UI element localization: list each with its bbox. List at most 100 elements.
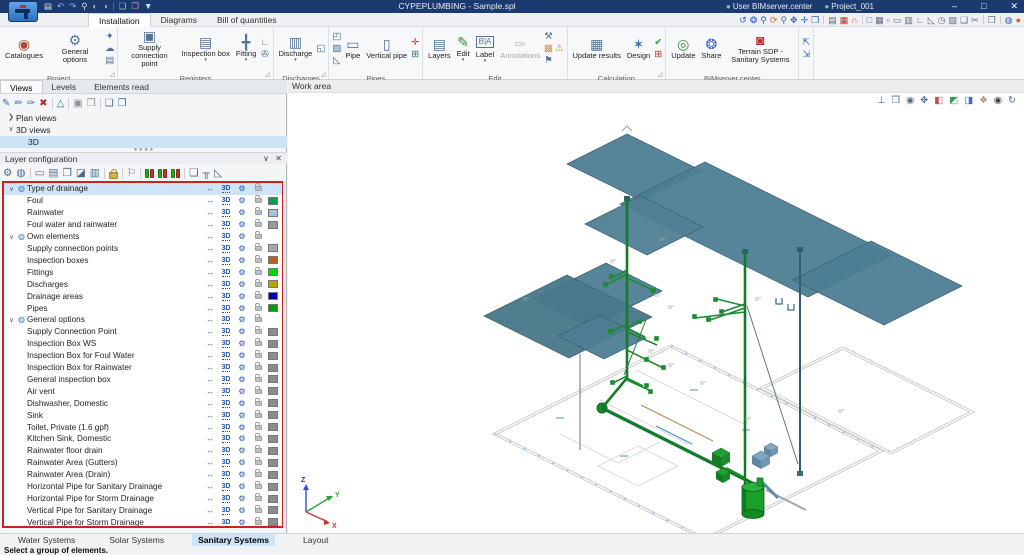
layer-options-gear-icon[interactable]: ⚙ <box>234 315 250 324</box>
tree-item-plan-views[interactable]: ❯Plan views <box>0 112 287 124</box>
unlocked-icon[interactable] <box>255 436 262 441</box>
layer-row-inspection-boxes[interactable]: Inspection boxes↔3D⚙ <box>4 254 282 266</box>
layer-color-swatch[interactable] <box>268 375 278 383</box>
panel-tab-elements-read[interactable]: Elements read <box>85 80 158 93</box>
layer-options-gear-icon[interactable]: ⚙ <box>234 327 250 336</box>
references-icon[interactable]: ↔ <box>202 232 218 241</box>
layer-color-swatch[interactable] <box>268 304 278 312</box>
import-icon[interactable]: ⇱ <box>802 37 810 48</box>
layer-color-swatch[interactable] <box>268 399 278 407</box>
unlocked-icon[interactable] <box>255 353 262 358</box>
layer-row-horizontal-pipe-for-storm-drainage[interactable]: Horizontal Pipe for Storm Drainage↔3D⚙ <box>4 493 282 505</box>
layer-color-swatch[interactable] <box>268 364 278 372</box>
layer-color-swatch[interactable] <box>268 268 278 276</box>
layer-options-gear-icon[interactable]: ⚙ <box>234 482 250 491</box>
snap-icon[interactable]: ▫ <box>887 15 890 25</box>
references-icon[interactable]: ↔ <box>202 506 218 515</box>
cube-icon[interactable]: ❒ <box>891 95 900 106</box>
layer-color-swatch[interactable] <box>268 340 278 348</box>
chevron-right-icon[interactable]: ❯ <box>6 112 16 124</box>
layer-color-swatch[interactable] <box>268 197 278 205</box>
rotate-icon[interactable]: ↻ <box>1008 95 1016 106</box>
references-icon[interactable]: ↔ <box>202 375 218 384</box>
layer-options-gear-icon[interactable]: ⚙ <box>234 387 250 396</box>
lamp-icon[interactable]: ✦ <box>105 31 115 42</box>
unlocked-icon[interactable] <box>255 389 262 394</box>
layer-options-gear-icon[interactable]: ⚙ <box>234 518 250 527</box>
camera-icon[interactable]: ▣ <box>73 98 82 109</box>
layer-color-empty[interactable] <box>268 185 278 193</box>
layer-options-gear-icon[interactable]: ⚙ <box>234 423 250 432</box>
layer-options-gear-icon[interactable]: ⚙ <box>234 184 250 193</box>
windows-icon[interactable]: ❐ <box>988 15 996 26</box>
unlocked-icon[interactable] <box>255 484 262 489</box>
view-3d-toggle[interactable]: 3D <box>218 364 234 371</box>
layer-row-vertical-pipe-for-storm-drainage[interactable]: Vertical Pipe for Storm Drainage↔3D⚙ <box>4 516 282 528</box>
layer-options-gear-icon[interactable]: ⚙ <box>234 399 250 408</box>
unlocked-icon[interactable] <box>255 186 262 191</box>
cut-icon[interactable]: ✂ <box>971 15 979 26</box>
collapse-panel-icon[interactable]: ∨ <box>263 153 269 165</box>
layer-color-swatch[interactable] <box>268 518 278 526</box>
layer-color-empty[interactable] <box>268 233 278 241</box>
layer-row-drainage-areas[interactable]: Drainage areas↔3D⚙ <box>4 290 282 302</box>
sphere-icon[interactable]: ● <box>1016 15 1021 25</box>
register-icon[interactable]: ❒ <box>62 167 71 179</box>
unlocked-icon[interactable] <box>255 341 262 346</box>
open-folder-icon[interactable]: ❏ <box>105 98 114 109</box>
references-icon[interactable]: ↔ <box>202 363 218 372</box>
ortho-icon[interactable]: ∟ <box>916 15 925 25</box>
layer-options-gear-icon[interactable]: ⚙ <box>234 220 250 229</box>
view-3d-toggle[interactable]: 3D <box>218 328 234 335</box>
layer-options-gear-icon[interactable]: ⚙ <box>234 244 250 253</box>
pan-icon[interactable]: ✥ <box>790 15 798 26</box>
tab-installation[interactable]: Installation <box>88 13 151 27</box>
references-icon[interactable]: ↔ <box>202 327 218 336</box>
panel-tab-views[interactable]: Views <box>0 80 43 93</box>
references-icon[interactable]: ↔ <box>202 184 218 193</box>
view-green-icon[interactable]: ◩ <box>949 95 958 106</box>
refresh-icon[interactable]: ⟳ <box>770 15 778 26</box>
layer-row-rainwater-area-drain[interactable]: Rainwater Area (Drain)↔3D⚙ <box>4 469 282 481</box>
layer-options-gear-icon[interactable]: ⚙ <box>234 494 250 503</box>
fitting-button[interactable]: ╋Fitting▾ <box>234 34 258 62</box>
sphere-brown-icon[interactable]: ◐ <box>93 0 98 13</box>
lock-icon[interactable] <box>109 172 118 179</box>
update-button[interactable]: ◎Update <box>669 36 697 60</box>
layer-color-swatch[interactable] <box>268 244 278 252</box>
layer-row-own-elements[interactable]: ∨◍Own elements↔3D⚙ <box>4 231 282 243</box>
layer-row-general-options[interactable]: ∨◍General options↔3D⚙ <box>4 314 282 326</box>
unlocked-icon[interactable] <box>255 234 262 239</box>
layer-options-gear-icon[interactable]: ⚙ <box>234 196 250 205</box>
label-button[interactable]: B|ALabel▾ <box>474 33 497 63</box>
maximize-button[interactable]: □ <box>981 0 986 13</box>
globe-icon[interactable]: ◍ <box>1005 15 1013 26</box>
layer-row-type-of-drainage[interactable]: ∨◍Type of drainage↔3D⚙ <box>4 183 282 195</box>
references-icon[interactable]: ↔ <box>202 411 218 420</box>
orbit-icon[interactable]: ◉ <box>906 95 914 106</box>
layers-icon[interactable]: ▤ <box>49 167 59 179</box>
layer-row-rainwater-area-gutters[interactable]: Rainwater Area (Gutters)↔3D⚙ <box>4 457 282 469</box>
discharge-button[interactable]: ▥Discharge▾ <box>277 34 315 62</box>
layer-color-swatch[interactable] <box>268 471 278 479</box>
chevron-down-icon[interactable]: ∨ <box>6 124 16 136</box>
view-3d-toggle[interactable]: 3D <box>218 507 234 514</box>
delete-view-icon[interactable]: ✖ <box>39 98 47 109</box>
references-icon[interactable]: ↔ <box>202 339 218 348</box>
spin-icon[interactable]: ❂ <box>750 15 758 26</box>
film-icon[interactable]: ▦ <box>840 15 849 26</box>
view-3d-toggle[interactable]: 3D <box>218 447 234 454</box>
undo-icon[interactable]: ↶ <box>57 0 64 13</box>
unlocked-icon[interactable] <box>255 258 262 263</box>
vertical-pipe-button[interactable]: ▯Vertical pipe <box>364 36 409 60</box>
unlocked-icon[interactable] <box>255 472 262 477</box>
axes-icon[interactable]: ⊥ <box>877 95 885 106</box>
layer-color-swatch[interactable] <box>268 280 278 288</box>
iso-cube-icon[interactable]: ❖ <box>979 95 988 106</box>
references-icon[interactable]: ↔ <box>202 399 218 408</box>
layer-color-swatch[interactable] <box>268 292 278 300</box>
magnet-icon[interactable]: ∩ <box>851 15 857 25</box>
hatch-icon[interactable]: ▨ <box>332 43 341 54</box>
gear-star-icon[interactable]: ✇ <box>260 49 269 60</box>
unlocked-icon[interactable] <box>255 210 262 215</box>
